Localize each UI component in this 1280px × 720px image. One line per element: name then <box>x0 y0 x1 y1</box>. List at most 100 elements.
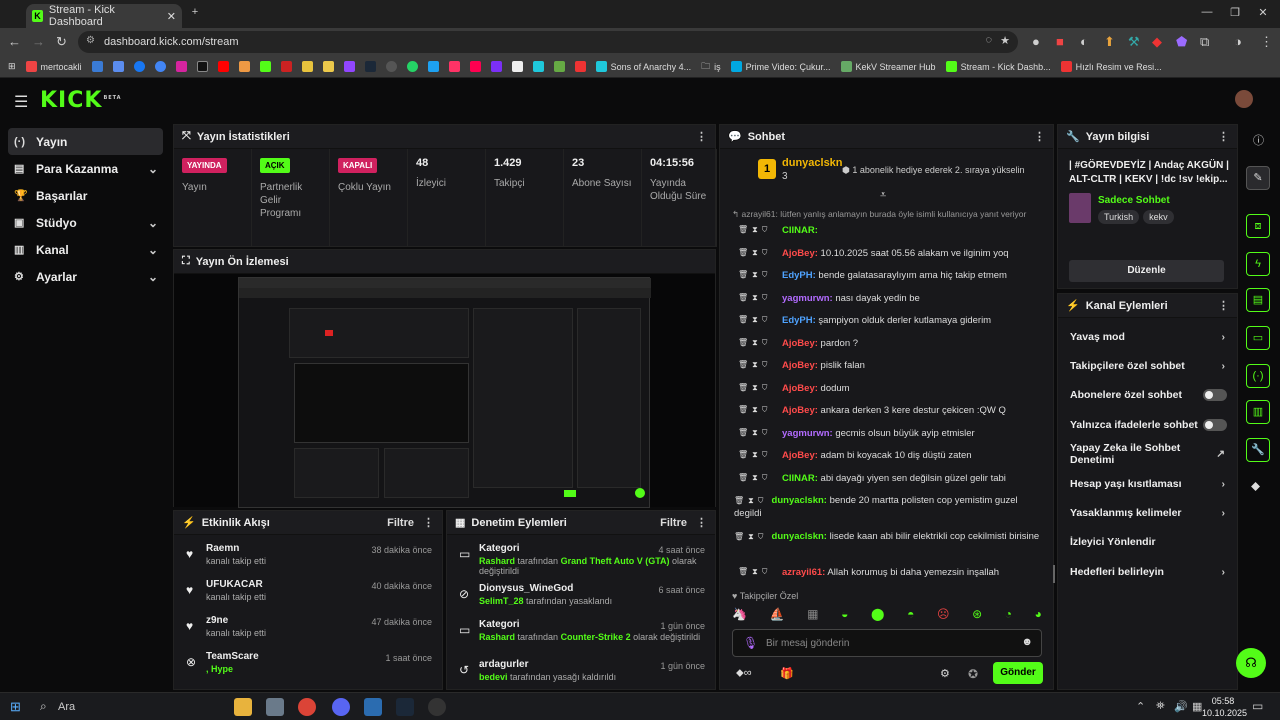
emote-icon[interactable]: ⊛ <box>972 607 982 625</box>
activity-item[interactable]: ♥ Raemn kanalı takip etti 38 dakika önce <box>174 543 442 579</box>
tools-icon[interactable]: ⬥ <box>1251 478 1260 494</box>
chat-message[interactable]: 🗑⧗⛉ AjoBey: 10.10.2025 saat 05.56 alakam … <box>720 244 1055 267</box>
browser-menu-icon[interactable]: ⋮ <box>1260 34 1273 50</box>
bookmark-favicon-icon[interactable] <box>280 61 292 72</box>
preview-video[interactable] <box>238 277 651 508</box>
bookmark-favicon-icon[interactable] <box>91 61 103 72</box>
github-icon[interactable] <box>385 61 397 72</box>
activity-item[interactable]: ♥ UFUKACAR kanalı takip etti 40 dakika önce <box>174 579 442 615</box>
bookmark-favicon-icon[interactable] <box>301 61 313 72</box>
chat-message[interactable]: 🗑⧗⛉ AjoBey: ankara derken 3 kere destur ç… <box>720 401 1055 424</box>
sidebar-item-2[interactable]: 🏆 Başarılar <box>0 182 170 209</box>
info-icon[interactable]: ⓘ <box>1253 132 1264 148</box>
back-icon[interactable]: ← <box>8 34 21 49</box>
bookmark-favicon-icon[interactable] <box>532 61 544 72</box>
extension-icon[interactable]: ◐ <box>1080 34 1088 49</box>
whatsapp-icon[interactable] <box>406 61 418 72</box>
chat-message[interactable]: 🗑⧗⛉ AjoBey: pardon ? <box>720 334 1055 357</box>
chat-message[interactable]: 🗑⧗⛉ AjoBey: dodum <box>720 379 1055 402</box>
new-tab-icon[interactable]: + <box>188 6 202 20</box>
adblock-icon[interactable]: ■ <box>1056 34 1064 49</box>
obs-icon[interactable] <box>428 698 446 716</box>
help-headset-icon[interactable]: ☊ <box>1236 648 1266 678</box>
chat-input[interactable]: 🎙 Bir mesaj gönderin ☻ <box>732 629 1042 657</box>
mod-action-icons[interactable]: 🗑⧗⛉ <box>738 246 772 259</box>
channel-action[interactable]: İzleyici Yönlendir <box>1058 528 1237 557</box>
category-name[interactable]: Sadece Sohbet <box>1098 195 1170 206</box>
bookmark-favicon-icon[interactable] <box>238 61 250 72</box>
tray-up-icon[interactable]: ⌃ <box>1136 700 1145 713</box>
chat-message[interactable]: 🗑⧗⛉ AjoBey: adam bi koyacak 10 diş düştü … <box>720 446 1055 469</box>
bookmark-item[interactable]: Stream - Kick Dashb... <box>945 61 1051 72</box>
chat-username[interactable]: CIINAR: <box>782 473 818 484</box>
send-button[interactable]: Gönder <box>993 662 1043 684</box>
moderation-item[interactable]: ▭ Kategori Rashard tarafından Grand Theft … <box>447 543 715 583</box>
mod-action-icons[interactable]: 🗑⧗⛉ <box>738 471 772 484</box>
browser-tab[interactable]: K Stream - Kick Dashboard ✕ <box>26 4 182 28</box>
mod-action-icons[interactable]: 🗑⧗⛉ <box>738 403 772 416</box>
url-field[interactable]: ⚙ dashboard.kick.com/stream ◌ ★ <box>78 31 1018 53</box>
taskbar-search[interactable]: Ara <box>58 701 75 713</box>
mod-action-icons[interactable]: 🗑⧗⛉ <box>738 381 772 394</box>
sidebar-item-5[interactable]: ⚙ Ayarlar ⌄ <box>0 263 170 290</box>
clock-time[interactable]: 05:58 <box>1208 696 1238 706</box>
broadcast-icon[interactable]: (·) <box>1246 364 1270 388</box>
instagram-icon[interactable] <box>175 61 187 72</box>
chat-message[interactable]: 🗑⧗⛉ yagmurwn: gecmis olsun büyük ayip etm… <box>720 424 1055 447</box>
tag-chip[interactable]: kekv <box>1143 210 1174 224</box>
mod-action-icons[interactable]: 🗑⧗⛉ <box>738 336 772 349</box>
emote-icon[interactable]: ☹ <box>937 607 950 625</box>
chat-username[interactable]: yagmurwn: <box>782 428 833 439</box>
channel-action[interactable]: Hedefleri belirleyin › <box>1058 557 1237 586</box>
facebook-icon[interactable] <box>133 61 145 72</box>
bookmark-item[interactable]: Prime Video: Çukur... <box>730 61 831 72</box>
mod-action-icons[interactable]: 🗑⧗⛉ <box>738 223 772 236</box>
profile-avatar-icon[interactable]: ◑ <box>1234 34 1242 49</box>
channel-action[interactable]: Hesap yaşı kısıtlaması › <box>1058 469 1237 498</box>
bookmark-folder[interactable]: 🗀 iş <box>701 59 721 75</box>
screen-icon[interactable]: ⧈ <box>1246 214 1270 238</box>
emote-icon[interactable]: ◓ <box>907 607 914 625</box>
chat-username[interactable]: AjoBey: <box>782 383 818 394</box>
emote-icon[interactable]: ⬤ <box>871 607 884 625</box>
chat-message[interactable]: 🗑⧗⛉ CIINAR: <box>720 221 1055 244</box>
channel-action[interactable]: Yavaş mod › <box>1058 322 1237 351</box>
document-icon[interactable]: ▤ <box>1246 288 1270 312</box>
bookmark-favicon-icon[interactable] <box>469 61 481 72</box>
activity-item[interactable]: ⊗ TeamScare, Hype 1 saat önce <box>174 651 442 687</box>
kick-logo[interactable]: KICKBETA <box>40 88 122 113</box>
bookmark-favicon-icon[interactable] <box>553 61 565 72</box>
file-explorer-icon[interactable] <box>234 698 252 716</box>
gift-icon[interactable]: 🎁 <box>780 667 794 680</box>
bookmark-favicon-icon[interactable] <box>574 61 586 72</box>
chat-message[interactable]: 🗑⧗⛉ EdyPH: bende galatasaraylıyım ama hiç… <box>720 266 1055 289</box>
toggle-switch[interactable] <box>1203 389 1227 402</box>
bookmark-item[interactable]: KekV Streamer Hub <box>840 61 936 72</box>
bookmark-item[interactable]: mertocakli <box>25 61 82 72</box>
mod-action-icons[interactable]: 🗑⧗⛉ <box>738 268 772 281</box>
moderation-item[interactable]: ↺ ardagurler bedevi tarafından yasağı kald… <box>447 659 715 689</box>
network-icon[interactable]: ⛯ <box>1156 700 1165 713</box>
extension-icon[interactable]: ⬟ <box>1176 34 1187 50</box>
mod-action-icons[interactable]: 🗑⧗⛉ <box>738 358 772 371</box>
steam-icon[interactable] <box>396 698 414 716</box>
chat-tools-icon[interactable]: ⬥∞ <box>736 667 752 680</box>
chat-message[interactable]: 🗑⧗⛉ yagmurwn: nası dayak yedin be <box>720 289 1055 312</box>
app-icon[interactable] <box>364 698 382 716</box>
youtube-icon[interactable] <box>217 61 229 72</box>
chat-bubble-icon[interactable]: ▭ <box>1246 326 1270 350</box>
chat-message[interactable]: 🗑⧗⛉ dunyaclskn: lisede kaan abi bilir ele… <box>720 527 1055 563</box>
clock-date[interactable]: 10.10.2025 <box>1202 708 1247 718</box>
mod-action-icons[interactable]: 🗑⧗⛉ <box>738 313 772 326</box>
lightning-icon[interactable]: ϟ <box>1246 252 1270 276</box>
discord-icon[interactable] <box>332 698 350 716</box>
emote-icon[interactable]: ◒ <box>841 607 848 625</box>
chat-username[interactable]: EdyPH: <box>782 315 816 326</box>
tag-chip[interactable]: Turkish <box>1098 210 1140 224</box>
bookmark-favicon-icon[interactable] <box>322 61 334 72</box>
edit-button[interactable]: Düzenle <box>1069 260 1224 282</box>
mod-action-icons[interactable]: 🗑⧗⛉ <box>734 532 768 541</box>
sidebar-item-4[interactable]: ▥ Kanal ⌄ <box>0 236 170 263</box>
toggle-switch[interactable] <box>1203 418 1227 431</box>
more-icon[interactable]: ⋮ <box>696 130 707 143</box>
